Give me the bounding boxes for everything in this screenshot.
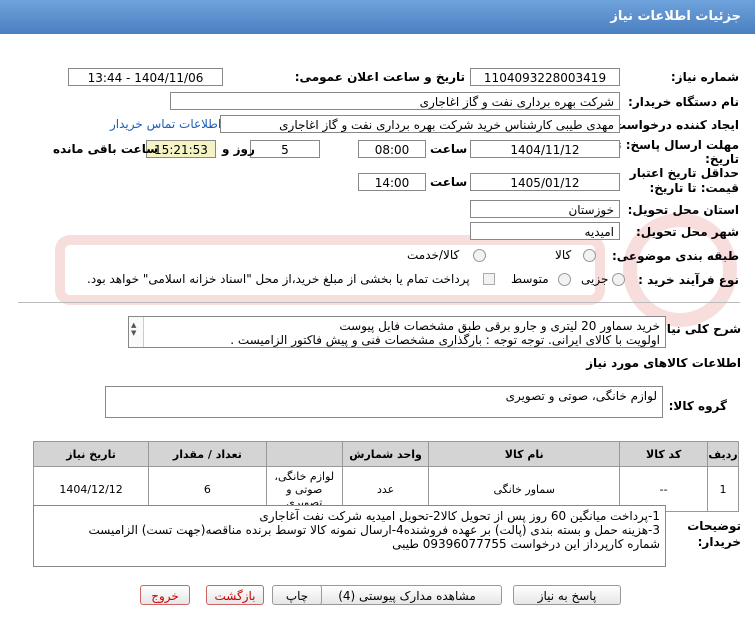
process-medium-label: متوسط xyxy=(511,272,549,286)
notes-line: 1-پرداخت میانگین 60 روز پس از تحویل کالا… xyxy=(259,509,660,523)
province-field: خوزستان xyxy=(470,200,620,218)
creator-field: مهدی طیبی کارشناس خرید شرکت بهره برداری … xyxy=(220,115,620,133)
process-medium-radio[interactable] xyxy=(558,273,571,286)
announce-field: 1404/11/06 - 13:44 xyxy=(68,68,223,86)
validity-date-field: 1405/01/12 xyxy=(470,173,620,191)
col-qty: تعداد / مقدار xyxy=(148,441,267,467)
contact-buyer-link[interactable]: اطلاعات تماس خریدار xyxy=(110,117,221,131)
remaining-label: ساعت باقی مانده xyxy=(53,142,159,156)
category-label: طبقه بندی موضوعی: xyxy=(611,249,739,263)
announce-label: تاریخ و ساعت اعلان عمومی: xyxy=(294,70,465,84)
category-goods-label: کالا xyxy=(555,248,572,262)
goods-group-label: گروه کالا: xyxy=(668,399,727,413)
back-button[interactable]: بازگشت xyxy=(206,585,264,605)
col-date: تاریخ نیاز xyxy=(32,441,150,467)
col-group xyxy=(265,441,343,467)
days-label: روز و xyxy=(222,142,255,156)
goods-table: ردیف کد کالا نام کالا واحد شمارش تعداد /… xyxy=(32,441,739,512)
validity-label-2: قیمت: تا تاریخ: xyxy=(649,181,739,195)
deadline-time-field: 08:00 xyxy=(358,140,426,158)
buyer-org-field: شرکت بهره برداری نفت و گاز اغاجاری xyxy=(170,92,620,110)
city-field: امیدیه xyxy=(470,222,620,240)
notes-line: 3-هزینه حمل و بسته بندی (پالت) بر عهده ف… xyxy=(88,523,660,537)
exit-button[interactable]: خروج xyxy=(140,585,190,605)
city-label: شهر محل تحویل: xyxy=(635,225,739,239)
goods-group-field: لوازم خانگی، صوتی و تصویری xyxy=(105,386,663,418)
validity-label: حداقل تاریخ اعتبار xyxy=(629,166,739,180)
need-number-field: 1104093228003419 xyxy=(470,68,620,86)
col-code: کد کالا xyxy=(619,441,709,467)
treasury-payment-note: پرداخت تمام یا بخشی از مبلغ خرید،از محل … xyxy=(87,272,470,286)
category-goods-radio[interactable] xyxy=(583,249,596,262)
table-header-row: ردیف کد کالا نام کالا واحد شمارش تعداد /… xyxy=(32,441,739,467)
treasury-payment-checkbox[interactable] xyxy=(483,273,495,285)
deadline-label: مهلت ارسال پاسخ: تا xyxy=(612,138,740,152)
summary-line: خرید سماور 20 لیتری و جارو برقی طبق مشخص… xyxy=(339,319,660,333)
process-partial-radio[interactable] xyxy=(612,273,625,286)
col-unit: واحد شمارش xyxy=(341,441,430,467)
print-button[interactable]: چاپ xyxy=(272,585,322,605)
process-label: نوع فرآیند خرید : xyxy=(638,273,739,287)
col-name: نام کالا xyxy=(428,441,621,467)
col-row: ردیف xyxy=(707,441,739,467)
page-title: جزئیات اطلاعات نیاز xyxy=(610,9,741,24)
process-partial-label: جزیی xyxy=(581,272,609,286)
province-label: استان محل تحویل: xyxy=(627,203,739,217)
summary-label: شرح کلی نیاز: xyxy=(655,322,741,336)
summary-textarea[interactable]: ▲ ▼ خرید سماور 20 لیتری و جارو برقی طبق … xyxy=(128,316,666,348)
summary-scrollbar[interactable]: ▲ ▼ xyxy=(129,317,144,347)
notes-line: شماره کارپرداز این درخواست 09396077755 ط… xyxy=(392,537,660,551)
category-goods-services-label: کالا/خدمت xyxy=(407,248,460,262)
need-number-label: شماره نیاز: xyxy=(670,70,739,84)
summary-line: اولویت با کالای ایرانی. توجه توجه : بارگ… xyxy=(230,333,660,347)
deadline-date-field: 1404/11/12 xyxy=(470,140,620,158)
attachments-button[interactable]: مشاهده مدارک پیوستی (4) xyxy=(312,585,502,605)
notes-textarea[interactable]: 1-پرداخت میانگین 60 روز پس از تحویل کالا… xyxy=(33,505,666,567)
deadline-time-label: ساعت xyxy=(430,142,468,156)
reply-button[interactable]: پاسخ به نیاز xyxy=(513,585,621,605)
goods-section-title: اطلاعات کالاهای مورد نیاز xyxy=(586,356,741,370)
notes-label-2: خریدار: xyxy=(697,535,741,549)
scroll-down-icon[interactable]: ▼ xyxy=(131,326,136,340)
cell-row: 1 xyxy=(707,466,739,512)
validity-time-label: ساعت xyxy=(430,175,468,189)
buyer-org-label: نام دستگاه خریدار: xyxy=(628,95,739,109)
divider xyxy=(18,302,740,303)
goods-group-value: لوازم خانگی، صوتی و تصویری xyxy=(505,389,657,403)
watermark-logo xyxy=(55,213,737,327)
deadline-label-2: تاریخ: xyxy=(705,152,739,166)
cell-group-line: لوازم خانگی، xyxy=(274,469,335,483)
validity-time-field: 14:00 xyxy=(358,173,426,191)
creator-label: ایجاد کننده درخواست: xyxy=(609,118,739,132)
days-field: 5 xyxy=(250,140,320,158)
page-header: جزئیات اطلاعات نیاز xyxy=(0,0,755,34)
notes-label: توضیحات xyxy=(687,519,741,533)
category-goods-services-radio[interactable] xyxy=(473,249,486,262)
